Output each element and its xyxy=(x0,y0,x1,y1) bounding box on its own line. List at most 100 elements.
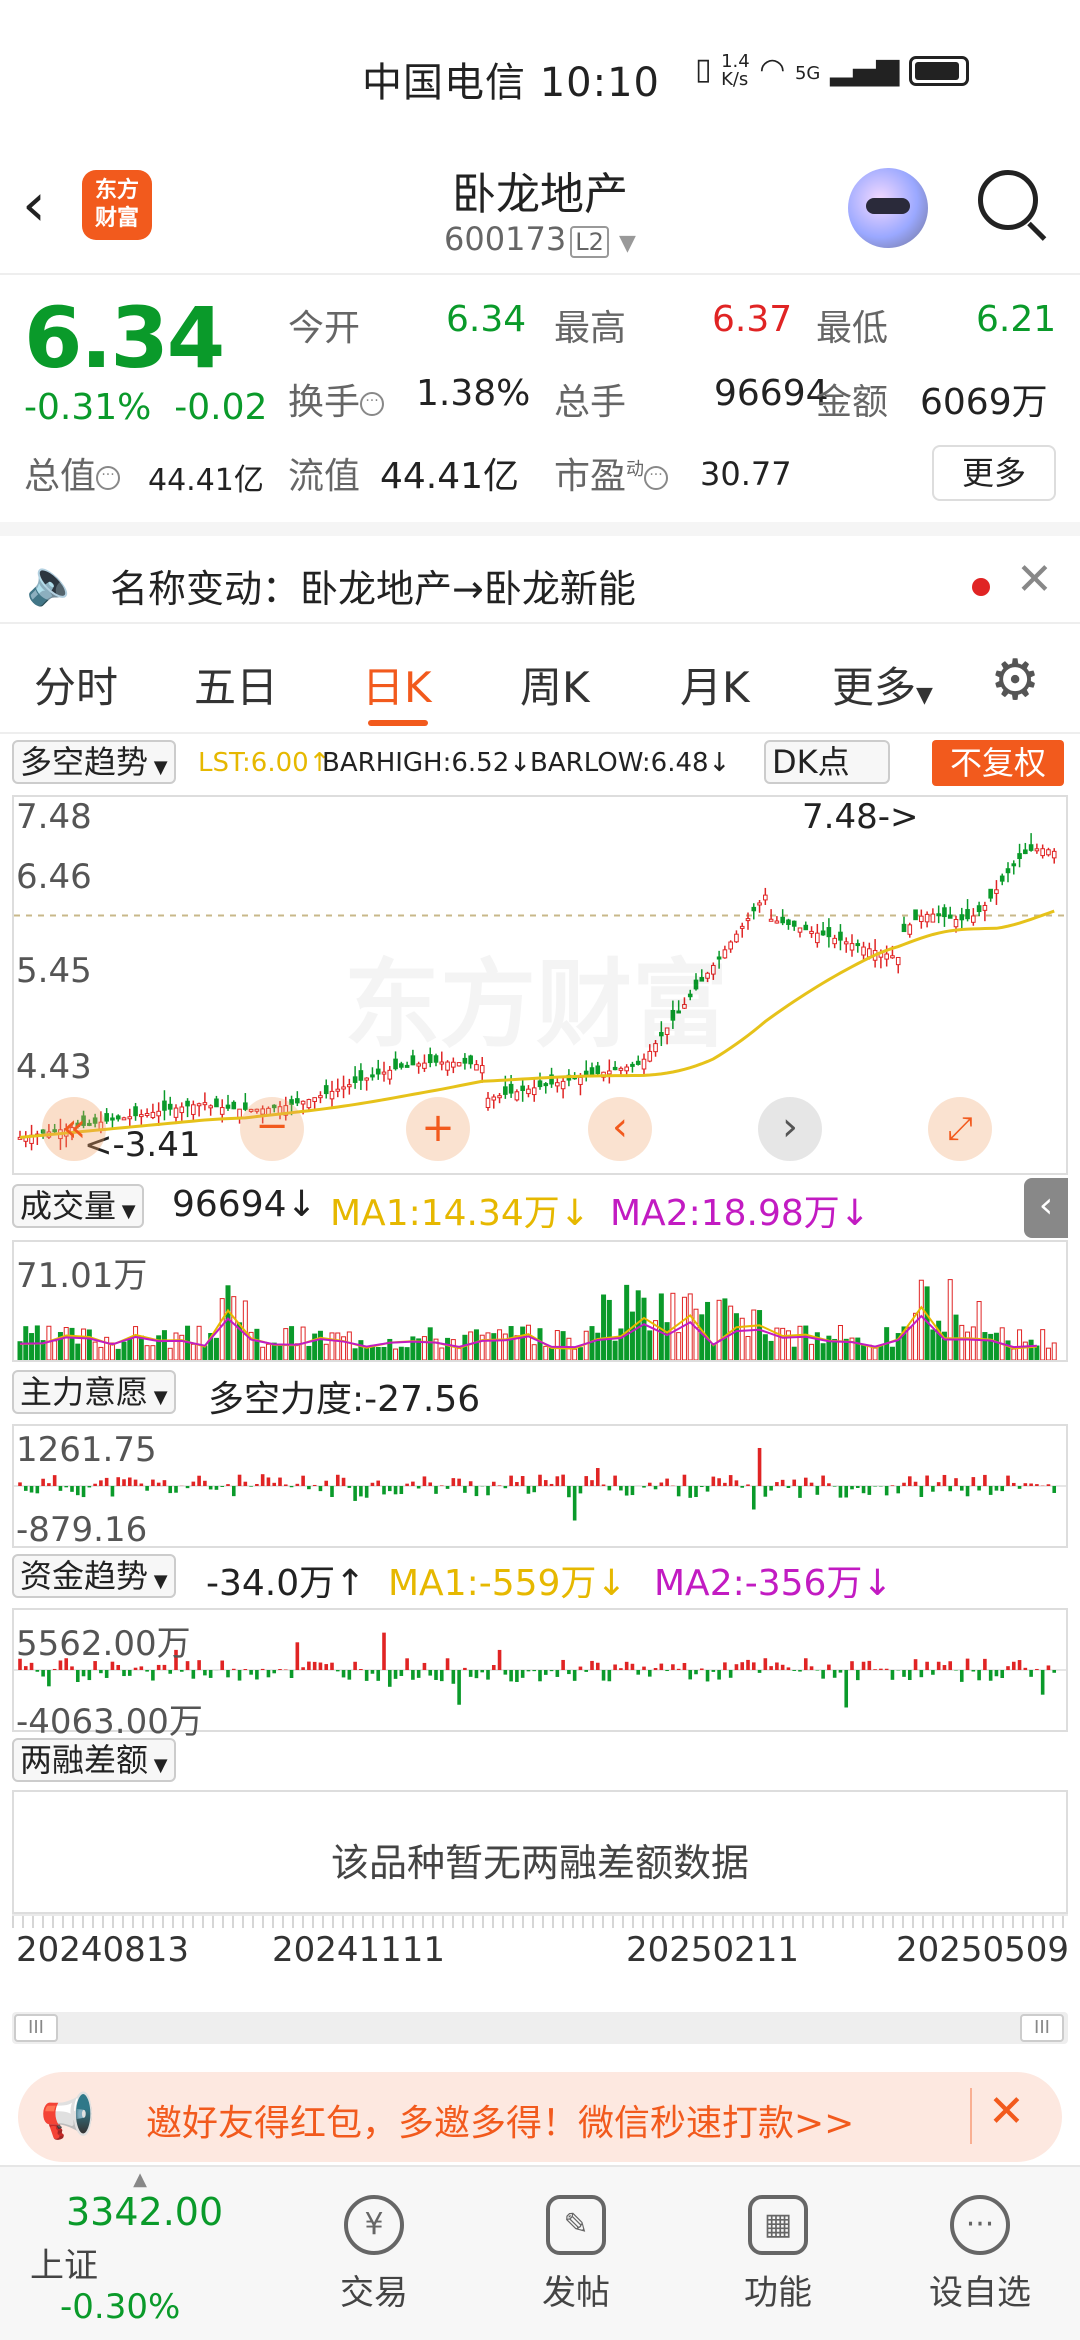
scroll-left-fast-icon[interactable]: « xyxy=(42,1097,106,1161)
adjust-button[interactable]: 不复权 xyxy=(932,740,1064,786)
candle-body xyxy=(757,902,762,906)
assistant-robot-icon[interactable] xyxy=(848,168,928,248)
tab-monthly-k[interactable]: 月K xyxy=(680,654,750,715)
main-force-bar xyxy=(572,1486,577,1521)
candle-body xyxy=(323,1085,329,1095)
volume-bar xyxy=(606,1299,612,1360)
fund-trend-bar xyxy=(197,1660,201,1670)
candle-body xyxy=(595,1065,601,1075)
range-handle-right[interactable]: III xyxy=(1020,2014,1064,2042)
main-force-bar xyxy=(260,1474,265,1486)
notice-bar[interactable]: 🔈 名称变动：卧龙地产→卧龙新能 ✕ xyxy=(0,522,1080,624)
turnover-label: 换手 ··· xyxy=(288,373,385,425)
search-icon[interactable] xyxy=(978,170,1047,241)
nav-post[interactable]: ✎ 发帖 xyxy=(486,2167,666,2314)
main-force-bar xyxy=(289,1486,294,1488)
tab-weekly-k[interactable]: 周K xyxy=(520,654,590,715)
candle-body xyxy=(156,1110,161,1117)
zoom-in-icon[interactable]: + xyxy=(406,1097,470,1161)
candle-body xyxy=(173,1107,179,1118)
fund-trend-bar xyxy=(676,1668,681,1670)
scroll-left-icon[interactable]: ‹ xyxy=(588,1097,652,1161)
fullscreen-icon[interactable]: ⤢ xyxy=(928,1097,992,1161)
main-force-bar xyxy=(676,1486,681,1497)
fund-trend-bar xyxy=(873,1669,877,1670)
fund-trend-bar xyxy=(809,1666,814,1670)
promo-text[interactable]: 邀好友得红包，多邀多得！微信秒速打款>> xyxy=(146,2094,854,2146)
candle-body xyxy=(497,1095,502,1099)
collapse-panel-icon[interactable]: ‹ xyxy=(1024,1178,1068,1238)
candle-body xyxy=(520,1085,525,1091)
notice-text[interactable]: 名称变动：卧龙地产→卧龙新能 xyxy=(110,558,636,613)
dk-point-button[interactable]: DK点 xyxy=(764,740,890,784)
volume-bar xyxy=(612,1340,618,1360)
more-button[interactable]: 更多 xyxy=(932,445,1056,501)
fund-trend-bar xyxy=(601,1670,606,1681)
candle-body xyxy=(976,905,982,913)
fund-trend-bar xyxy=(751,1662,756,1670)
promo-banner[interactable]: 📢 邀好友得红包，多邀多得！微信秒速打款>> ✕ xyxy=(18,2072,1062,2162)
fund-trend-bar xyxy=(307,1661,311,1670)
tab-more[interactable]: 更多▼ xyxy=(832,654,933,715)
main-force-bar xyxy=(971,1477,976,1486)
fund-trend-bar xyxy=(283,1669,288,1670)
zoom-out-icon[interactable]: − xyxy=(240,1097,304,1161)
range-slider[interactable]: III III xyxy=(12,2012,1068,2044)
y-label-3: 5.45 xyxy=(16,951,92,991)
main-force-bar xyxy=(399,1486,404,1495)
volume-bar xyxy=(930,1329,936,1360)
tab-five-day[interactable]: 五日 xyxy=(194,654,278,715)
candle-body xyxy=(849,943,855,951)
fund-trend-bar xyxy=(665,1670,669,1672)
fund-trend-bar xyxy=(387,1670,392,1687)
candle-body xyxy=(959,914,965,921)
main-force-select[interactable]: 主力意愿 ▼ xyxy=(12,1370,176,1414)
nav-trade[interactable]: ¥ 交易 xyxy=(284,2167,464,2314)
open-label: 今开 xyxy=(288,308,361,349)
candle-body xyxy=(560,1080,566,1090)
candle-body xyxy=(179,1106,185,1114)
net-speed: 1.4 K/s xyxy=(721,50,750,90)
nav-functions[interactable]: ▦ 功能 xyxy=(688,2167,868,2314)
candle-body xyxy=(370,1074,375,1078)
fund-trend-bar xyxy=(266,1670,271,1678)
close-icon[interactable]: ✕ xyxy=(988,2086,1025,2137)
fund-trend-bar xyxy=(931,1670,935,1675)
date-4: 20250509 xyxy=(896,1930,1070,1970)
margin-select[interactable]: 两融差额 ▼ xyxy=(12,1738,176,1782)
fund-trend-bar xyxy=(81,1670,86,1677)
volume-bar xyxy=(1034,1345,1040,1360)
close-icon[interactable]: ✕ xyxy=(1016,554,1053,605)
main-force-bar xyxy=(942,1474,947,1486)
edit-icon: ✎ xyxy=(546,2195,606,2255)
index-name: 上证 xyxy=(30,2246,98,2286)
main-force-bar xyxy=(231,1486,236,1497)
main-force-bar xyxy=(1052,1486,1057,1493)
main-force-bar xyxy=(665,1478,669,1486)
tab-intraday[interactable]: 分时 xyxy=(34,654,118,715)
fund-trend-bar xyxy=(208,1670,213,1678)
volume-select[interactable]: 成交量 ▼ xyxy=(12,1184,144,1228)
range-handle-left[interactable]: III xyxy=(14,2014,58,2042)
candle-body xyxy=(347,1084,352,1088)
tab-daily-k[interactable]: 日K xyxy=(362,654,432,715)
nav-add-watchlist[interactable]: ··· 设自选 xyxy=(890,2167,1070,2314)
fund-trend-select[interactable]: 资金趋势 ▼ xyxy=(12,1554,176,1598)
candle-body xyxy=(953,919,959,928)
gear-icon[interactable]: ⚙ xyxy=(990,648,1040,713)
fund-trend-bar xyxy=(682,1662,687,1670)
more-dots-icon: ··· xyxy=(950,2195,1010,2255)
index-ticker[interactable]: ▲ 3342.00 上证 -0.30% xyxy=(30,2169,250,2327)
volume-bar xyxy=(676,1332,682,1360)
volume-bar xyxy=(196,1325,202,1360)
kline-panel[interactable]: 东方财富 7.48 6.46 5.45 4.43 7.48-> <-3.41 «… xyxy=(12,795,1068,1175)
fund-trend-bar xyxy=(341,1670,346,1678)
fund-trend-bar xyxy=(278,1669,282,1670)
volume-bar xyxy=(456,1348,462,1360)
scroll-right-icon[interactable]: › xyxy=(758,1097,822,1161)
indicator-select[interactable]: 多空趋势 ▼ xyxy=(12,740,176,784)
fund-trend-bar xyxy=(23,1666,28,1670)
volume-bar xyxy=(219,1298,225,1360)
candle-body xyxy=(225,1104,231,1109)
fund-trend-bar xyxy=(127,1670,132,1676)
